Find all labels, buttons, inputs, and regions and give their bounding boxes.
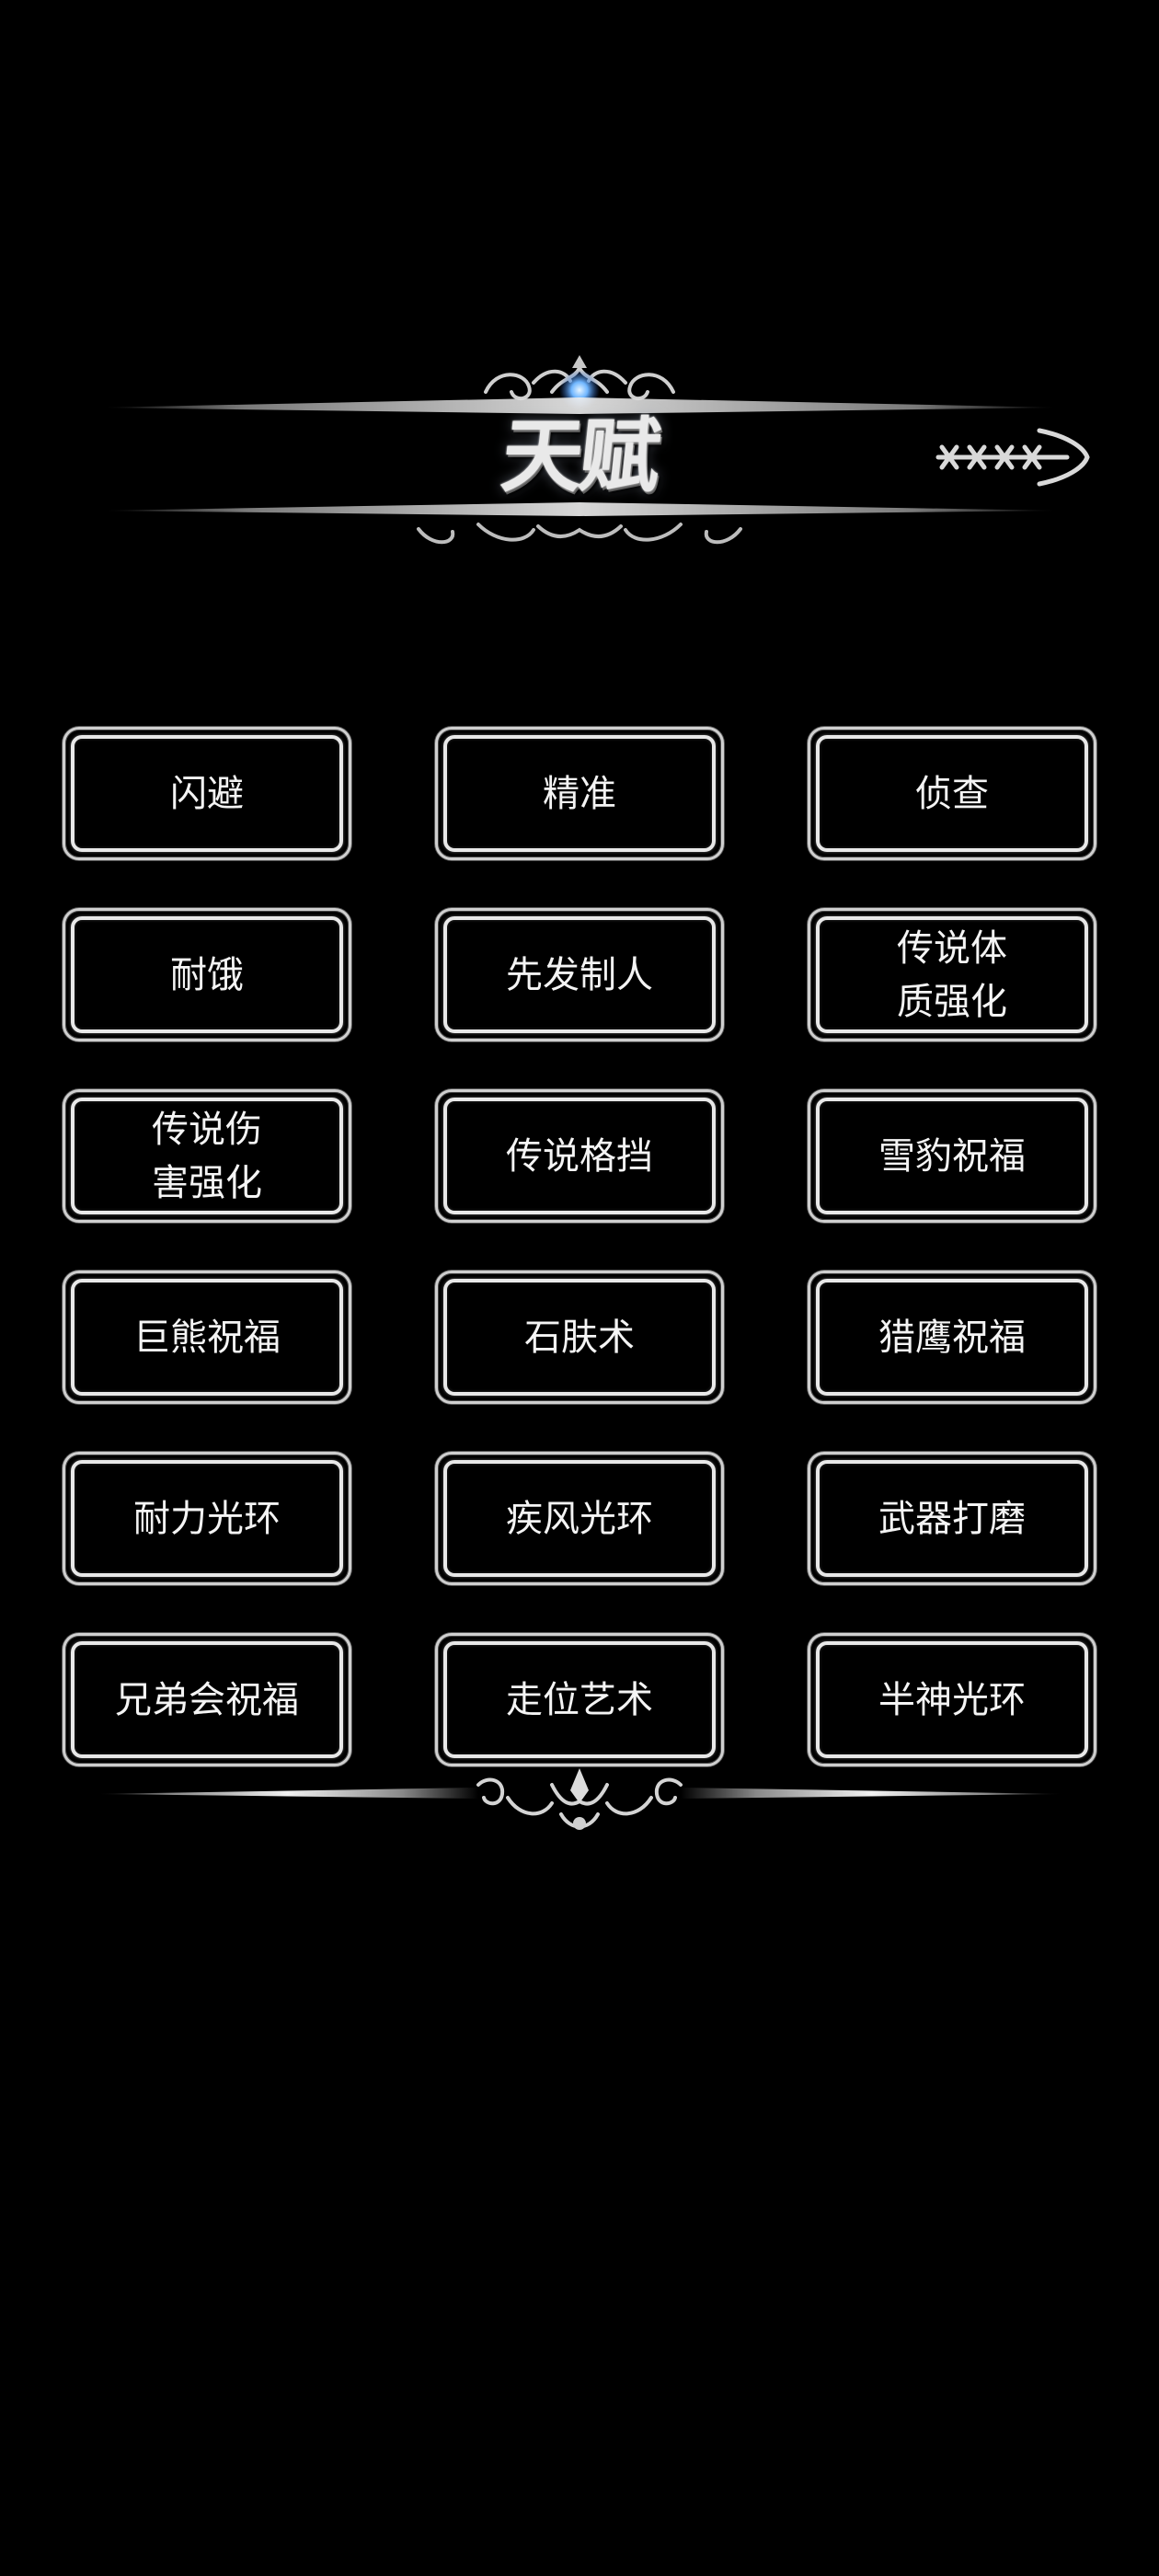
talent-label: 雪豹祝福 (878, 1134, 1026, 1178)
talent-label: 石肤术 (524, 1316, 635, 1359)
talent-label: 耐力光环 (133, 1497, 281, 1540)
talent-button-first-strike[interactable]: 先发制人 (435, 908, 724, 1041)
talent-label: 精准 (543, 772, 616, 815)
talent-button-legendary-constitution[interactable]: 传说体质强化 (808, 908, 1096, 1041)
talent-button-footwork-art[interactable]: 走位艺术 (435, 1633, 724, 1766)
talent-button-precision[interactable]: 精准 (435, 727, 724, 860)
talent-button-stoneskin[interactable]: 石肤术 (435, 1271, 724, 1404)
talent-button-hunger-resistance[interactable]: 耐饿 (63, 908, 351, 1041)
talent-label: 兄弟会祝福 (115, 1678, 299, 1721)
talent-button-weapon-sharpening[interactable]: 武器打磨 (808, 1452, 1096, 1585)
talent-button-brotherhood-blessing[interactable]: 兄弟会祝福 (63, 1633, 351, 1766)
talent-label: 先发制人 (506, 953, 653, 996)
header: 天赋 (0, 350, 1159, 570)
talent-label: 侦查 (915, 772, 989, 815)
talent-label: 猎鹰祝福 (878, 1316, 1026, 1359)
talent-grid: 闪避 精准 侦查 耐饿 先发制人 传说体质强化 传说伤害强化 传说格挡 雪豹祝福… (63, 727, 1096, 1766)
talent-label: 半神光环 (878, 1678, 1026, 1721)
talent-button-falcon-blessing[interactable]: 猎鹰祝福 (808, 1271, 1096, 1404)
talent-button-dodge[interactable]: 闪避 (63, 727, 351, 860)
talent-label: 巨熊祝福 (133, 1316, 281, 1359)
talent-label: 传说格挡 (506, 1134, 653, 1178)
page-title: 天赋 (497, 408, 662, 503)
divider-ornament (97, 1768, 1062, 1830)
talent-label: 闪避 (170, 772, 244, 815)
talent-button-bear-blessing[interactable]: 巨熊祝福 (63, 1271, 351, 1404)
talent-button-scouting[interactable]: 侦查 (808, 727, 1096, 860)
talent-label: 走位艺术 (506, 1678, 653, 1721)
talent-label: 耐饿 (170, 953, 244, 996)
talent-button-legendary-block[interactable]: 传说格挡 (435, 1089, 724, 1223)
talent-label: 传说伤害强化 (152, 1108, 262, 1204)
talent-button-demigod-aura[interactable]: 半神光环 (808, 1633, 1096, 1766)
talent-button-snow-leopard-blessing[interactable]: 雪豹祝福 (808, 1089, 1096, 1223)
talent-button-gale-aura[interactable]: 疾风光环 (435, 1452, 724, 1585)
talent-label: 疾风光环 (506, 1497, 653, 1540)
footer-ornament (0, 1757, 1159, 1849)
talent-label: 武器打磨 (878, 1497, 1026, 1540)
talent-button-endurance-aura[interactable]: 耐力光环 (63, 1452, 351, 1585)
talent-label: 传说体质强化 (897, 926, 1007, 1023)
talent-button-legendary-damage[interactable]: 传说伤害强化 (63, 1089, 351, 1223)
arrow-right-icon[interactable] (929, 425, 1095, 489)
